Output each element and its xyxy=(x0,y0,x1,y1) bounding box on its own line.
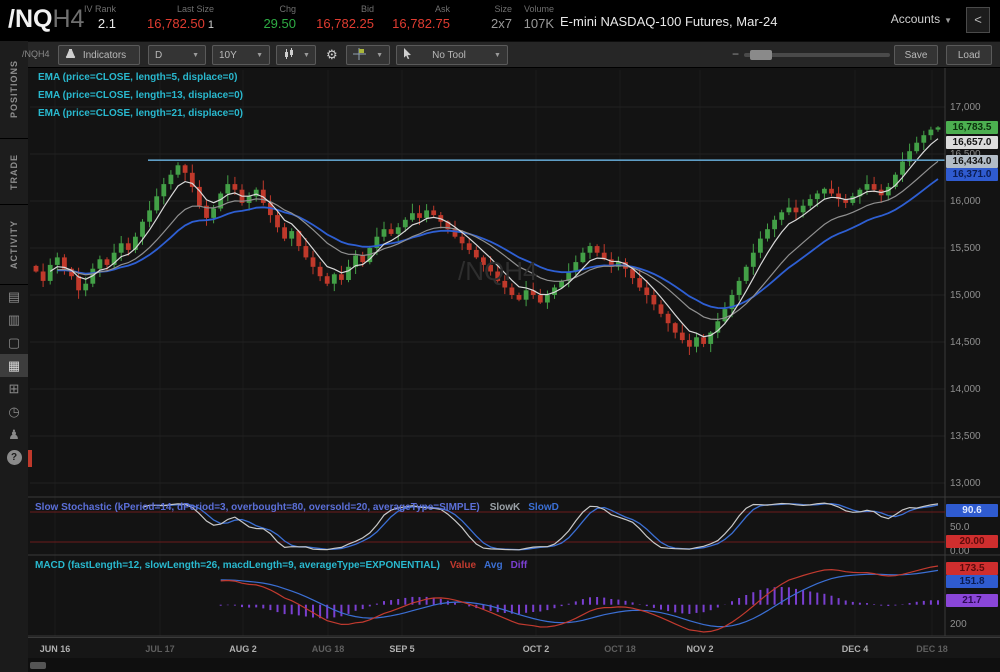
stochastic-title: Slow Stochastic (kPeriod=14, dPeriod=3, … xyxy=(35,502,559,513)
instrument-description: E-mini NASDAQ-100 Futures, Mar-24 xyxy=(560,14,777,29)
hline-price-badge: 16,434.0 xyxy=(946,155,998,168)
sidebar-tab-trade[interactable]: TRADE xyxy=(0,139,28,205)
chart-style-dropdown[interactable]: ▼ xyxy=(276,45,316,65)
active-tool-dropdown[interactable]: No Tool ▼ xyxy=(396,45,508,65)
time-tick: JUL 17 xyxy=(145,644,174,654)
flask-icon xyxy=(65,48,76,62)
macd-value-badge: 173.5 xyxy=(946,562,998,575)
ema-mid-badge: 16,657.0 xyxy=(946,136,998,149)
load-button[interactable]: Load xyxy=(946,45,992,65)
chart-watermark: /NQH4 xyxy=(458,256,537,287)
macd-axis-tick: 200 xyxy=(950,619,967,630)
grid-icon[interactable]: ⊞ xyxy=(0,377,28,400)
axis-tick: 14,000 xyxy=(950,384,981,395)
indicators-button[interactable]: Indicators xyxy=(58,45,140,65)
time-tick: DEC 18 xyxy=(916,644,948,654)
time-tick: JUN 16 xyxy=(40,644,71,654)
toolbar-symbol-label: /NQH4 xyxy=(22,49,50,59)
axis-tick: 15,000 xyxy=(950,290,981,301)
range-dropdown[interactable]: 10Y▼ xyxy=(212,45,270,65)
left-sidebar: POSITIONS TRADE ACTIVITY ▤ ▥ ▢ ▦ ⊞ ◷ ♟ ? xyxy=(0,41,28,672)
quote-header: /NQH4 IV Rank 2.1 Last Size 16,782.501 C… xyxy=(0,0,1000,41)
time-tick: OCT 2 xyxy=(523,644,550,654)
chevron-down-icon: ▼ xyxy=(256,52,263,59)
time-tick: NOV 2 xyxy=(686,644,713,654)
save-button[interactable]: Save xyxy=(894,45,938,65)
report-icon[interactable]: ▤ xyxy=(0,285,28,308)
macd-avg-badge: 151.8 xyxy=(946,575,998,588)
bid-field: Bid 16,782.25 xyxy=(300,4,374,31)
chart-toolbar: /NQH4 Indicators D▼ 10Y▼ ▼ ⚙ xyxy=(28,42,1000,68)
time-tick: DEC 4 xyxy=(842,644,869,654)
sidebar-tab-activity[interactable]: ACTIVITY xyxy=(0,205,28,285)
candlestick-icon xyxy=(283,48,295,63)
size-field: Size 2x7 xyxy=(480,4,512,31)
last-price-badge: 16,783.5 xyxy=(946,121,998,134)
zoom-slider-handle[interactable] xyxy=(750,50,772,60)
macd-title: MACD (fastLength=12, slowLength=26, macd… xyxy=(35,560,527,571)
ema13-label: EMA (price=CLOSE, length=13, displace=0) xyxy=(38,90,243,101)
slowk-value-badge: 90.6 xyxy=(946,504,998,517)
columns-icon[interactable]: ▥ xyxy=(0,308,28,331)
chevron-down-icon: ▼ xyxy=(494,52,501,59)
axis-tick: 13,000 xyxy=(950,478,981,489)
volume-field: Volume 107K xyxy=(516,4,554,31)
zoom-slider[interactable] xyxy=(744,53,890,57)
axis-tick: 14,500 xyxy=(950,337,981,348)
collapse-panel-button[interactable]: < xyxy=(966,7,990,33)
box-icon[interactable]: ▢ xyxy=(0,331,28,354)
time-tick: SEP 5 xyxy=(389,644,414,654)
time-tick: AUG 2 xyxy=(229,644,257,654)
gear-icon: ⚙ xyxy=(326,47,338,63)
chart-icon[interactable]: ▦ xyxy=(0,354,28,377)
change-field: Chg 29.50 xyxy=(248,4,296,31)
iv-rank-field: IV Rank 2.1 xyxy=(72,4,116,31)
price-chart[interactable] xyxy=(28,68,1000,672)
people-icon[interactable]: ♟ xyxy=(0,423,28,446)
axis-tick: 17,000 xyxy=(950,102,981,113)
trading-platform: /NQH4 IV Rank 2.1 Last Size 16,782.501 C… xyxy=(0,0,1000,672)
chevron-down-icon: ▼ xyxy=(192,52,199,59)
axis-tick: 13,500 xyxy=(950,431,981,442)
ema21-label: EMA (price=CLOSE, length=21, displace=0) xyxy=(38,108,243,119)
aggregation-dropdown[interactable]: D▼ xyxy=(148,45,206,65)
chevron-down-icon: ▼ xyxy=(944,16,952,25)
axis-tick: 16,000 xyxy=(950,196,981,207)
ema5-label: EMA (price=CLOSE, length=5, displace=0) xyxy=(38,72,237,83)
stoch-mid-tick: 50.0 xyxy=(950,522,969,533)
axis-tick: 15,500 xyxy=(950,243,981,254)
help-icon[interactable]: ? xyxy=(0,446,28,469)
time-axis: JUN 16 JUL 17 AUG 2 AUG 18 SEP 5 OCT 2 O… xyxy=(28,637,1000,658)
cursor-icon xyxy=(403,48,412,62)
slowd-legend: SlowD xyxy=(528,502,559,513)
drawing-icon xyxy=(353,48,366,63)
chevron-down-icon: ▼ xyxy=(303,52,310,59)
stoch-oversold-badge: 20.00 xyxy=(946,535,998,548)
clock-icon[interactable]: ◷ xyxy=(0,400,28,423)
ask-field: Ask 16,782.75 xyxy=(376,4,450,31)
time-tick: OCT 18 xyxy=(604,644,636,654)
macd-diff-legend: Diff xyxy=(511,560,528,571)
chevron-down-icon: ▼ xyxy=(376,52,383,59)
macd-diff-badge: 21.7 xyxy=(946,594,998,607)
chart-area: /NQH4 EMA (price=CLOSE, length=5, displa… xyxy=(28,68,1000,672)
accounts-dropdown[interactable]: Accounts▼ xyxy=(891,12,952,26)
slowk-legend: SlowK xyxy=(490,502,521,513)
chart-settings-button[interactable]: ⚙ xyxy=(320,45,344,65)
scrollbar-thumb[interactable] xyxy=(30,662,46,669)
macd-value-legend: Value xyxy=(450,560,476,571)
horizontal-scrollbar[interactable] xyxy=(28,658,1000,672)
time-tick: AUG 18 xyxy=(312,644,345,654)
ema-slow-badge: 16,371.0 xyxy=(946,168,998,181)
last-size-field: Last Size 16,782.501 xyxy=(128,4,214,31)
zoom-out-button[interactable]: − xyxy=(732,47,739,61)
macd-avg-legend: Avg xyxy=(484,560,503,571)
drawing-set-dropdown[interactable]: ▼ xyxy=(346,45,390,65)
